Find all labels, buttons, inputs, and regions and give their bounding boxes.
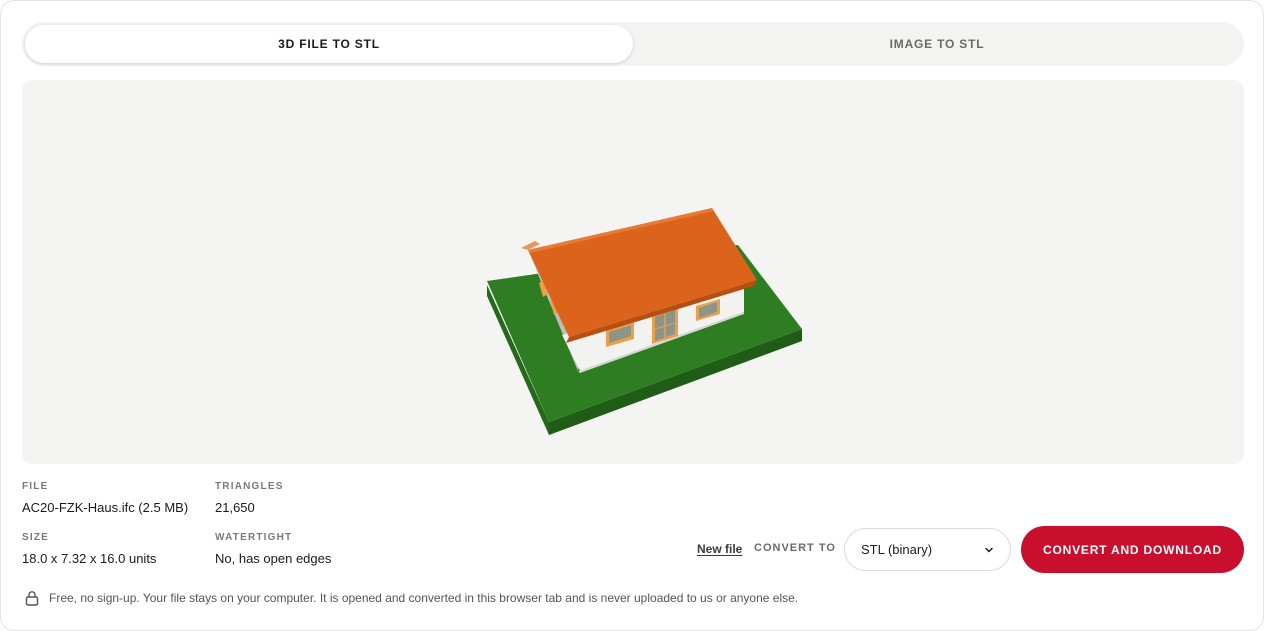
size-value: 18.0 x 7.32 x 16.0 units — [22, 551, 157, 566]
format-select[interactable]: STL (binary) — [844, 528, 1011, 571]
lock-icon — [25, 591, 39, 606]
privacy-notice: Free, no sign-up. Your file stays on you… — [25, 590, 798, 606]
file-name-value: AC20-FZK-Haus.ifc (2.5 MB) — [22, 500, 189, 515]
chevron-down-icon — [985, 547, 993, 553]
new-file-link[interactable]: New file — [697, 542, 742, 556]
triangles-info-block: TRIANGLES 21,650 — [215, 481, 284, 515]
tab-image-to-stl[interactable]: IMAGE TO STL — [633, 25, 1241, 63]
privacy-notice-text: Free, no sign-up. Your file stays on you… — [49, 591, 799, 605]
file-info-block: FILE AC20-FZK-Haus.ifc (2.5 MB) — [22, 481, 188, 515]
mode-tabs: 3D FILE TO STL IMAGE TO STL — [22, 22, 1244, 66]
size-info-block: SIZE 18.0 x 7.32 x 16.0 units — [22, 532, 156, 566]
triangles-label: TRIANGLES — [215, 481, 284, 492]
convert-to-label: CONVERT TO — [754, 542, 836, 554]
watertight-value: No, has open edges — [215, 551, 332, 566]
tab-3d-file-to-stl[interactable]: 3D FILE TO STL — [25, 25, 633, 63]
model-viewer[interactable] — [22, 80, 1244, 464]
triangles-value: 21,650 — [215, 500, 255, 515]
convert-and-download-button[interactable]: CONVERT AND DOWNLOAD — [1021, 526, 1244, 573]
file-label: FILE — [22, 481, 49, 492]
watertight-info-block: WATERTIGHT No, has open edges — [215, 532, 331, 566]
house-model-preview — [487, 208, 802, 435]
size-label: SIZE — [22, 532, 50, 543]
converter-panel: 3D FILE TO STL IMAGE TO STL FILE AC20-FZ… — [0, 0, 1264, 631]
format-select-value: STL (binary) — [861, 542, 933, 557]
watertight-label: WATERTIGHT — [215, 532, 293, 543]
